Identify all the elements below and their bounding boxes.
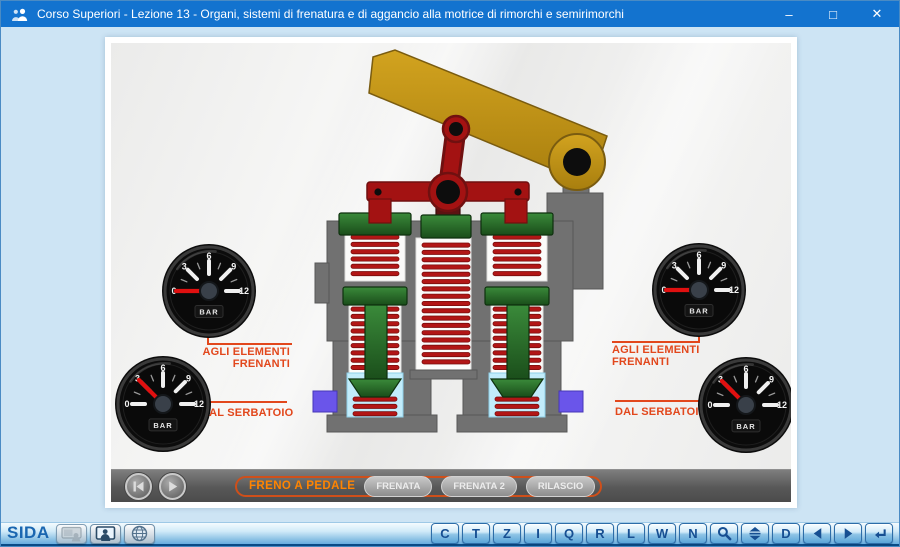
tab-freno-a-pedale[interactable]: FRENO A PEDALE xyxy=(249,480,355,492)
application-window: Corso Superiori - Lezione 13 - Organi, s… xyxy=(0,0,900,547)
right-mid-cap xyxy=(485,287,549,305)
svg-text:3: 3 xyxy=(672,260,677,270)
central-piston-cap xyxy=(421,215,471,238)
toolbar-key-c[interactable]: C xyxy=(431,523,459,544)
left-mid-cap xyxy=(343,287,407,305)
right-tank-label: DAL SERBATOIO xyxy=(615,406,708,418)
gauge-top-left: 036912BAR xyxy=(162,244,256,338)
spinner-icon xyxy=(748,526,762,541)
lesson-stage: AGLI ELEMENTI FRENANTI DAL SERBATOIO AGL… xyxy=(111,43,791,502)
svg-text:12: 12 xyxy=(729,285,739,295)
titlebar: Corso Superiori - Lezione 13 - Organi, s… xyxy=(1,1,899,27)
window-controls: – □ ✕ xyxy=(767,1,899,27)
central-chamber-base xyxy=(410,370,477,379)
play-button[interactable] xyxy=(159,473,186,500)
enter-icon xyxy=(872,527,887,541)
svg-text:BAR: BAR xyxy=(153,421,172,430)
toolbar-updown-button[interactable] xyxy=(741,523,769,544)
left-elements-label-1: AGLI ELEMENTI xyxy=(202,346,290,358)
svg-text:BAR: BAR xyxy=(689,307,708,316)
toolbar-key-i[interactable]: I xyxy=(524,523,552,544)
toolbar-next-button[interactable] xyxy=(834,523,862,544)
play-icon xyxy=(166,480,179,493)
tab-rilascio[interactable]: RILASCIO xyxy=(526,476,595,497)
brake-valve-diagram: AGLI ELEMENTI FRENANTI DAL SERBATOIO AGL… xyxy=(111,43,791,469)
gauge-top-right: 036912BAR xyxy=(652,243,746,337)
left-plinth xyxy=(327,415,437,432)
left-inlet-port xyxy=(313,391,337,412)
svg-text:BAR: BAR xyxy=(199,308,218,317)
toolbar-key-z[interactable]: Z xyxy=(493,523,521,544)
right-valve-stem xyxy=(507,305,529,381)
right-elements-label-1: AGLI ELEMENTI xyxy=(612,344,700,356)
toolbar-search-button[interactable] xyxy=(710,523,738,544)
next-icon xyxy=(842,527,855,540)
maximize-button[interactable]: □ xyxy=(811,1,855,27)
right-plinth xyxy=(457,415,567,432)
right-inlet-port xyxy=(559,391,583,412)
presentation-button[interactable] xyxy=(56,524,87,544)
people-icon xyxy=(11,8,29,21)
toolbar-keys: CTZIQRLWN D xyxy=(431,523,893,544)
svg-text:12: 12 xyxy=(194,399,204,409)
skip-to-start-button[interactable] xyxy=(125,473,152,500)
svg-text:12: 12 xyxy=(239,286,249,296)
svg-text:6: 6 xyxy=(696,250,701,260)
player-bar: FRENO A PEDALE FRENATA FRENATA 2 RILASCIO xyxy=(111,469,791,502)
svg-text:9: 9 xyxy=(186,374,191,384)
svg-text:0: 0 xyxy=(707,400,712,410)
left-tank-label: DAL SERBATOIO xyxy=(201,407,294,419)
toolbar-key-r[interactable]: R xyxy=(586,523,614,544)
svg-text:9: 9 xyxy=(769,375,774,385)
svg-text:6: 6 xyxy=(743,364,748,374)
toolbar-key-t[interactable]: T xyxy=(462,523,490,544)
svg-text:9: 9 xyxy=(231,261,236,271)
left-elements-label-2: FRENANTI xyxy=(233,358,290,370)
bottom-toolbar: SIDA xyxy=(1,522,899,546)
left-valve-stem xyxy=(365,305,387,381)
previous-icon xyxy=(811,527,824,540)
window-title: Corso Superiori - Lezione 13 - Organi, s… xyxy=(37,7,624,21)
right-elements-label-2: FRENANTI xyxy=(612,356,669,368)
gauge-bottom-right: 036912BAR xyxy=(698,357,791,453)
minimize-button[interactable]: – xyxy=(767,1,811,27)
svg-text:6: 6 xyxy=(206,251,211,261)
toolbar-key-l[interactable]: L xyxy=(617,523,645,544)
presentation-icon xyxy=(61,526,82,542)
tab-frenata[interactable]: FRENATA xyxy=(364,476,432,497)
toolbar-key-w[interactable]: W xyxy=(648,523,676,544)
tab-frenata-2[interactable]: FRENATA 2 xyxy=(441,476,517,497)
toolbar-key-n[interactable]: N xyxy=(679,523,707,544)
toolbar-key-d[interactable]: D xyxy=(772,523,800,544)
video-call-button[interactable] xyxy=(90,524,121,544)
svg-text:0: 0 xyxy=(124,399,129,409)
gauge-bottom-left: 036912BAR xyxy=(115,356,211,452)
body-left-tab xyxy=(315,263,329,303)
toolbar-enter-button[interactable] xyxy=(865,523,893,544)
animation-tabs: FRENO A PEDALE FRENATA FRENATA 2 RILASCIO xyxy=(235,476,602,497)
search-icon xyxy=(717,526,732,541)
svg-text:3: 3 xyxy=(182,261,187,271)
globe-icon xyxy=(131,525,148,542)
toolbar-prev-button[interactable] xyxy=(803,523,831,544)
svg-text:BAR: BAR xyxy=(736,422,755,431)
svg-text:9: 9 xyxy=(721,260,726,270)
skip-to-start-icon xyxy=(132,480,145,493)
globe-button[interactable] xyxy=(124,524,155,544)
right-elements-connector xyxy=(612,334,699,342)
stage-frame: AGLI ELEMENTI FRENANTI DAL SERBATOIO AGL… xyxy=(105,37,797,508)
brake-pedal xyxy=(369,50,607,190)
svg-text:6: 6 xyxy=(160,363,165,373)
toolbar-key-q[interactable]: Q xyxy=(555,523,583,544)
close-button[interactable]: ✕ xyxy=(855,1,899,27)
sida-logo: SIDA xyxy=(7,523,50,543)
svg-text:12: 12 xyxy=(777,400,787,410)
video-call-icon xyxy=(95,526,116,542)
